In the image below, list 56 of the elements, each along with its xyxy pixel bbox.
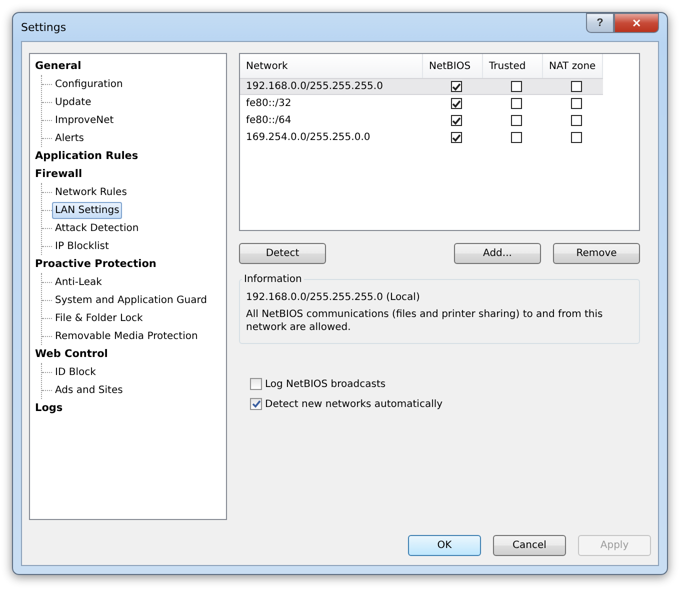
tree-category[interactable]: Web Control xyxy=(35,345,226,363)
checkbox[interactable] xyxy=(450,81,462,92)
tree-item[interactable]: Update xyxy=(52,94,94,110)
table-button[interactable]: Remove xyxy=(553,243,640,264)
checkbox[interactable] xyxy=(510,81,522,92)
checkbox-label: Log NetBIOS broadcasts xyxy=(265,378,386,390)
column-header[interactable]: NetBIOS xyxy=(423,54,483,78)
checkbox[interactable] xyxy=(450,132,462,143)
table-button[interactable]: Detect xyxy=(239,243,326,264)
network-cell-text: fe80::/64 xyxy=(245,114,292,128)
help-button[interactable]: ? xyxy=(586,13,614,33)
column-header[interactable]: Trusted xyxy=(483,54,543,78)
checkbox[interactable] xyxy=(450,115,462,126)
tree-item[interactable]: LAN Settings xyxy=(52,202,122,218)
tree-item[interactable]: Anti-Leak xyxy=(52,274,105,290)
network-name: 192.168.0.0/255.255.255.0 (Local) xyxy=(246,291,421,304)
checkbox[interactable] xyxy=(250,398,262,410)
tree-item[interactable]: System and Application Guard xyxy=(52,292,210,308)
checkbox[interactable] xyxy=(570,115,582,126)
group-title: Information xyxy=(243,274,303,285)
tree-item[interactable]: Alerts xyxy=(52,130,88,146)
tree-category[interactable]: Logs xyxy=(35,399,226,417)
network-cell-text: 169.254.0.0/255.255.0.0 xyxy=(245,131,372,145)
close-button[interactable]: ✕ xyxy=(614,13,659,33)
checkbox[interactable] xyxy=(510,132,522,143)
dialog-button[interactable]: Cancel xyxy=(493,535,566,556)
tree-category[interactable]: General xyxy=(35,57,226,75)
checkbox[interactable] xyxy=(570,98,582,109)
column-header[interactable]: Network xyxy=(240,54,423,78)
tree-item[interactable]: IP Blocklist xyxy=(52,238,112,254)
checkmark-icon xyxy=(252,400,260,408)
tree-item[interactable]: Network Rules xyxy=(52,184,130,200)
tree-item[interactable]: ImproveNet xyxy=(52,112,117,128)
tree-item[interactable]: Removable Media Protection xyxy=(52,328,201,344)
checkbox-label: Detect new networks automatically xyxy=(265,398,443,410)
tree-item[interactable]: Attack Detection xyxy=(52,220,142,236)
dialog-button[interactable]: OK xyxy=(408,535,481,556)
checkbox[interactable] xyxy=(510,115,522,126)
tree-category[interactable]: Application Rules xyxy=(35,147,226,165)
column-header[interactable]: NAT zone xyxy=(543,54,603,78)
checkbox[interactable] xyxy=(510,98,522,109)
tree-category[interactable]: Firewall xyxy=(35,165,226,183)
checkbox[interactable] xyxy=(450,98,462,109)
network-cell-text: fe80::/32 xyxy=(245,97,292,111)
tree-item[interactable]: ID Block xyxy=(52,364,99,380)
tree-item[interactable]: Configuration xyxy=(52,76,126,92)
checkbox[interactable] xyxy=(570,132,582,143)
checkbox[interactable] xyxy=(570,81,582,92)
info-description: All NetBIOS communications (files and printer sharing) to and from this network are allowed. xyxy=(246,308,604,334)
network-cell: 192.168.0.0/255.255.255.0 xyxy=(240,78,423,95)
table-button[interactable]: Add... xyxy=(454,243,541,264)
checkbox[interactable] xyxy=(250,378,262,390)
tree-category[interactable]: Proactive Protection xyxy=(35,255,226,273)
tree-item[interactable]: Ads and Sites xyxy=(52,382,126,398)
tree-item[interactable]: File & Folder Lock xyxy=(52,310,146,326)
window-title: Settings xyxy=(21,21,66,34)
